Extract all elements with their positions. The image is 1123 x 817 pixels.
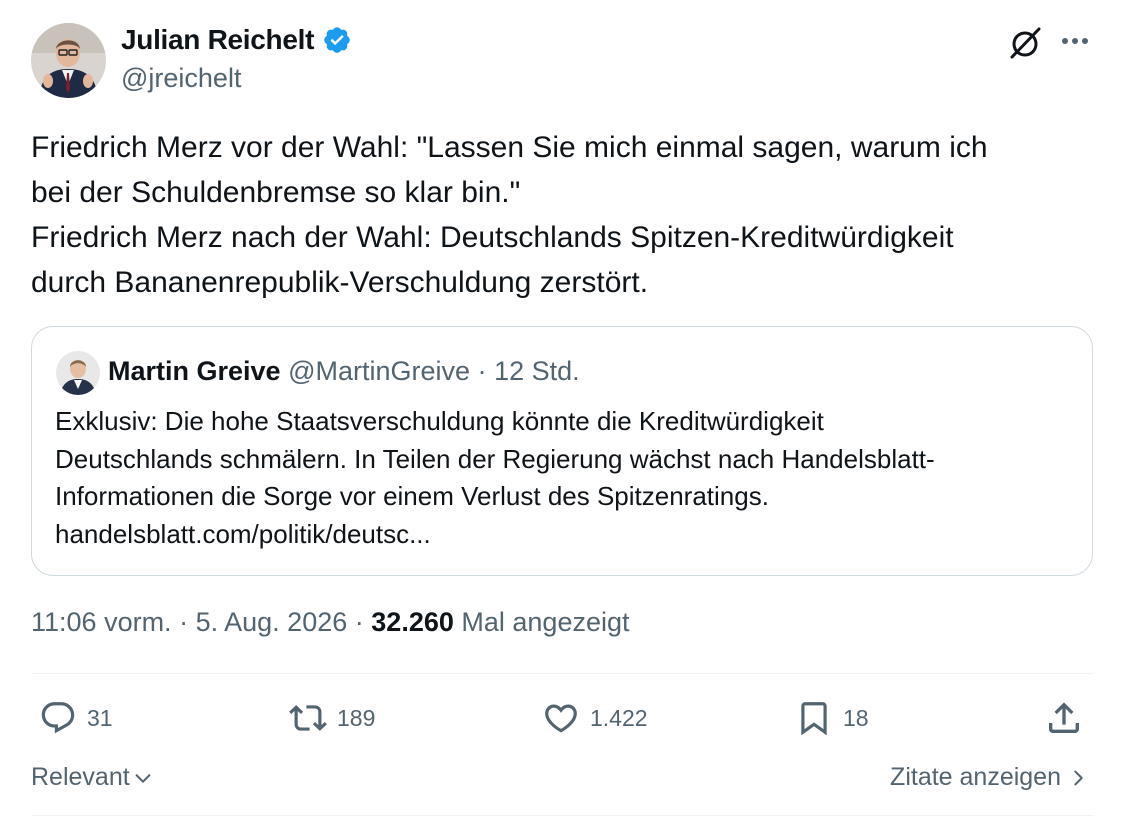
quote-avatar-image <box>56 351 100 395</box>
grok-button[interactable] <box>1006 24 1044 62</box>
bookmark-button[interactable]: 18 <box>795 698 869 738</box>
quote-author-avatar <box>56 351 100 395</box>
share-icon <box>1049 702 1079 733</box>
quote-author-name[interactable]: Martin Greive <box>108 356 281 386</box>
verified-badge-icon <box>324 27 350 53</box>
reply-button[interactable]: 31 <box>39 698 113 738</box>
quote-link[interactable]: handelsblatt.com/politik/deutsc... <box>55 516 935 554</box>
more-icon <box>1062 38 1088 44</box>
chevron-down-icon <box>135 773 151 783</box>
view-count: 32.260 <box>371 607 454 637</box>
quote-text-line: Informationen die Sorge vor einem Verlus… <box>55 481 769 511</box>
quote-header: Martin Greive @MartinGreive · 12 Std. <box>108 356 580 387</box>
divider <box>31 673 1093 674</box>
author-name[interactable]: Julian Reichelt <box>121 24 314 56</box>
reply-sort-label: Relevant <box>31 763 130 791</box>
quote-author-handle[interactable]: @MartinGreive <box>288 356 470 386</box>
author-handle[interactable]: @jreichelt <box>121 63 241 94</box>
repost-button[interactable]: 189 <box>289 698 375 738</box>
share-button[interactable] <box>1044 698 1084 738</box>
author-avatar[interactable] <box>31 23 106 98</box>
like-button[interactable]: 1.422 <box>542 698 648 738</box>
tweet-time[interactable]: 11:06 vorm. <box>31 607 172 637</box>
repost-icon <box>289 705 327 731</box>
view-count-label: Mal angezeigt <box>461 607 630 637</box>
view-quotes-label: Zitate anzeigen <box>890 763 1061 791</box>
tweet-text-line: durch Bananenrepublik-Verschuldung zerst… <box>31 266 649 299</box>
quote-separator: · <box>477 356 487 386</box>
reply-icon <box>41 702 75 734</box>
bookmark-icon <box>801 702 827 736</box>
quoted-tweet-card[interactable]: Martin Greive @MartinGreive · 12 Std. Ex… <box>31 326 1093 576</box>
quote-text: Exklusiv: Die hohe Staatsverschuldung kö… <box>55 403 935 553</box>
more-button[interactable] <box>1058 28 1092 54</box>
meta-separator: · <box>354 607 364 637</box>
tweet-text-line: Friedrich Merz vor der Wahl: "Lassen Sie… <box>31 131 988 164</box>
divider <box>31 815 1093 816</box>
author-avatar-image <box>31 23 106 98</box>
tweet-date[interactable]: 5. Aug. 2026 <box>196 607 348 637</box>
tweet-text-line: bei der Schuldenbremse so klar bin." <box>31 176 521 209</box>
repost-count: 189 <box>337 704 376 731</box>
reply-sort-dropdown[interactable]: Relevant <box>31 763 154 792</box>
tweet-text: Friedrich Merz vor der Wahl: "Lassen Sie… <box>31 125 1101 305</box>
tweet-text-line: Friedrich Merz nach der Wahl: Deutschlan… <box>31 221 954 254</box>
grok-icon <box>1010 27 1041 59</box>
quote-time[interactable]: 12 Std. <box>494 356 580 386</box>
chevron-right-icon <box>1074 770 1083 785</box>
bookmark-count: 18 <box>843 704 869 731</box>
quote-text-line: Deutschlands schmälern. In Teilen der Re… <box>55 443 935 474</box>
like-icon <box>545 704 577 733</box>
author-name-row[interactable]: Julian Reichelt <box>121 24 352 56</box>
tweet-meta-row: 11:06 vorm. · 5. Aug. 2026 · 32.260 Mal … <box>31 607 630 638</box>
view-quotes-link[interactable]: Zitate anzeigen <box>890 763 1089 792</box>
quote-text-line: Exklusiv: Die hohe Staatsverschuldung kö… <box>55 406 824 436</box>
reply-count: 31 <box>87 704 113 731</box>
like-count: 1.422 <box>590 704 648 731</box>
meta-separator: · <box>179 607 189 637</box>
